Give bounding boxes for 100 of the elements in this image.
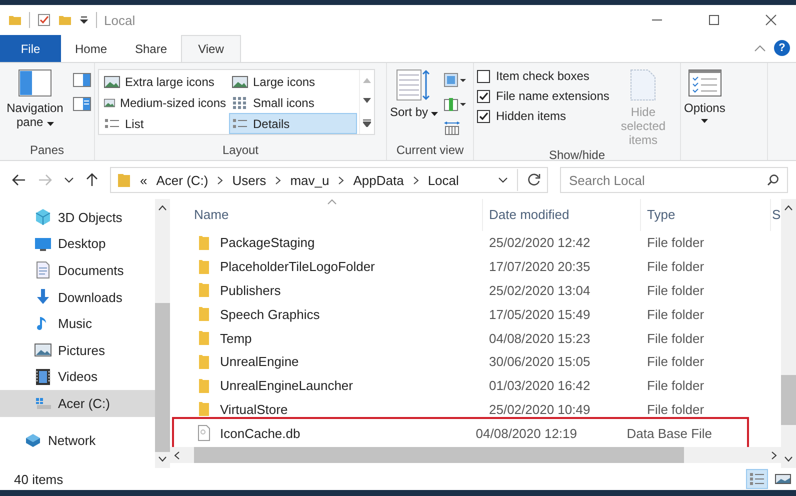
chevron-right-icon[interactable] (275, 176, 282, 184)
expand-gallery-icon[interactable] (363, 118, 371, 127)
search-field[interactable]: Search Local (560, 167, 788, 193)
group-by-icon[interactable] (444, 73, 466, 87)
column-header[interactable]: S (771, 199, 781, 231)
checkbox[interactable] (477, 70, 490, 82)
window-title: Local (104, 12, 136, 28)
highlighted-row[interactable]: IconCache.db 04/08/2020 12:19 Data Base File (176, 421, 745, 446)
scroll-thumb[interactable] (194, 447, 684, 464)
scroll-down-icon[interactable] (158, 456, 167, 462)
breadcrumb[interactable]: AppData (353, 172, 404, 188)
ribbon-tab[interactable]: Home (61, 35, 121, 62)
refresh-icon[interactable] (527, 173, 541, 187)
maximize-icon[interactable] (708, 14, 720, 26)
details-pane-icon[interactable] (73, 97, 91, 111)
scroll-right-icon[interactable] (771, 450, 777, 460)
scroll-up-icon[interactable] (784, 205, 793, 211)
sidebar-item[interactable]: Videos (0, 364, 155, 390)
breadcrumb[interactable]: mav_u (290, 172, 330, 188)
help-button[interactable]: ? (774, 40, 790, 56)
layout-option[interactable]: Details (229, 113, 357, 134)
close-icon[interactable] (765, 14, 777, 26)
sidebar-item[interactable]: Network (0, 426, 155, 454)
sort-by-button[interactable]: Sort by (390, 67, 438, 142)
ribbon-tab[interactable]: Share (121, 35, 181, 62)
file-name[interactable]: Temp (170, 330, 483, 346)
file-tab[interactable]: File (0, 35, 61, 62)
file-name[interactable]: Publishers (170, 282, 483, 298)
back-arrow-icon[interactable] (12, 174, 26, 186)
checkbox[interactable] (477, 110, 490, 122)
type-cell-text: File folder (646, 402, 706, 417)
sidebar-item[interactable]: Acer (C:) (0, 390, 155, 417)
dropdown-icon[interactable] (79, 15, 89, 25)
date-cell-text: 01/03/2020 16:42 (488, 378, 592, 394)
date-cell-text: 04/08/2020 15:23 (488, 330, 592, 346)
column-header[interactable]: Type (641, 199, 771, 231)
column-header[interactable]: Date modified (483, 199, 641, 231)
chevron-right-icon[interactable] (412, 176, 419, 184)
file-name[interactable]: UnrealEngineLauncher (170, 378, 483, 394)
scroll-up-icon[interactable] (158, 205, 167, 211)
scroll-down-icon[interactable] (784, 456, 793, 462)
type-cell-text: Data Base File (626, 426, 714, 441)
item-count: 40 items (14, 472, 64, 486)
chevron-right-icon[interactable] (338, 176, 344, 184)
chevron-right-icon[interactable] (217, 176, 224, 184)
caret-icon (431, 112, 438, 116)
file-name[interactable]: Speech Graphics (170, 306, 483, 322)
scrollbar[interactable] (155, 199, 170, 468)
layout-option[interactable]: Extra large icons (101, 71, 229, 92)
grid-icon (232, 96, 248, 110)
sidebar-item[interactable]: Downloads (0, 284, 155, 310)
sidebar-item[interactable]: Pictures (0, 336, 155, 364)
sidebar-item[interactable]: 3D Objects (0, 204, 155, 231)
checkbox-option[interactable]: Item check boxes (477, 69, 610, 83)
add-columns-icon[interactable] (444, 97, 466, 111)
overflow-crumb[interactable]: « (140, 172, 148, 188)
chevron-down-icon[interactable] (64, 177, 74, 183)
sidebar-item[interactable]: Music (0, 310, 155, 337)
scroll-down-icon[interactable] (363, 98, 371, 104)
file-name[interactable]: VirtualStore (170, 401, 483, 418)
breadcrumb[interactable]: Local (428, 172, 459, 188)
breadcrumb[interactable]: Users (232, 172, 266, 188)
picture-icon (104, 74, 120, 88)
folder-icon (8, 13, 22, 27)
navigation-pane-button[interactable]: Navigation pane (3, 67, 67, 142)
options-button[interactable]: Options (684, 67, 726, 160)
preview-pane-icon[interactable] (73, 73, 91, 87)
file-name[interactable]: IconCache.db (176, 425, 470, 442)
address-bar[interactable]: « Acer (C:) Users mav_u AppData Local (110, 167, 548, 193)
sidebar-item[interactable]: Desktop (0, 230, 155, 258)
file-name[interactable]: PackageStaging (170, 234, 483, 251)
folder-icon (198, 378, 210, 394)
folder-icon (198, 354, 210, 370)
sidebar-item[interactable]: Documents (0, 257, 155, 284)
ribbon-tab[interactable]: View (181, 35, 241, 62)
size-columns-icon[interactable] (444, 121, 460, 135)
chevron-up-icon[interactable] (754, 44, 766, 52)
checkbox-option[interactable]: Hidden items (477, 109, 610, 123)
scroll-left-icon[interactable] (174, 450, 180, 460)
checkbox[interactable] (477, 90, 490, 102)
chevron-down-icon[interactable] (498, 177, 508, 183)
scroll-thumb[interactable] (781, 375, 796, 425)
scroll-thumb[interactable] (155, 303, 170, 452)
details-view-button[interactable] (746, 469, 768, 489)
scrollbar[interactable] (781, 199, 796, 468)
layout-option[interactable]: Small icons (229, 92, 357, 113)
file-name[interactable]: PlaceholderTileLogoFolder (170, 258, 483, 275)
film-icon (34, 368, 52, 386)
checkmark-icon[interactable] (37, 13, 51, 27)
breadcrumb[interactable]: Acer (C:) (156, 172, 208, 188)
column-header[interactable]: Name (170, 199, 483, 231)
date-cell-text: 30/06/2020 15:05 (488, 354, 592, 370)
file-name[interactable]: UnrealEngine (170, 354, 483, 370)
checkbox-option[interactable]: File name extensions (477, 89, 610, 103)
layout-option[interactable]: List (101, 113, 229, 134)
layout-option[interactable]: Large icons (229, 71, 357, 92)
folder-icon (198, 306, 210, 322)
up-arrow-icon[interactable] (86, 173, 98, 187)
layout-option[interactable]: Medium-sized icons (101, 92, 229, 113)
folder-icon (198, 401, 210, 418)
